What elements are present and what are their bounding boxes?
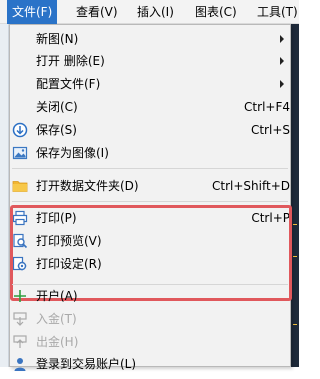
deposit-icon [12,311,28,327]
menu-item-open-delete[interactable]: 打开 删除(E) [10,50,290,72]
menu-item-new-chart[interactable]: 新图(N) [10,28,290,50]
submenu-arrow-icon [280,80,284,88]
menu-item-label: 打印(P) [36,211,77,225]
chart-line [293,224,297,225]
menu-item-label: 新图(N) [36,32,79,46]
menu-item-label: 开户(A) [36,289,78,303]
print-preview-icon [12,233,28,249]
background-chart-strip [291,24,299,367]
folder-icon [12,178,28,194]
menu-item-withdraw: 出金(H) [10,331,290,353]
chart-line [293,324,297,325]
menu-item-label: 打开 删除(E) [36,54,105,68]
menu-item-label: 入金(T) [36,312,77,326]
submenu-arrow-icon [280,57,284,65]
menu-file[interactable]: 文件(F) [7,0,58,24]
menu-item-profiles[interactable]: 配置文件(F) [10,73,290,95]
submenu-arrow-icon [280,35,284,43]
menu-item-label: 出金(H) [36,335,79,349]
menu-item-label: 打印预览(V) [36,234,102,248]
print-setup-icon [12,256,28,272]
menu-item-deposit: 入金(T) [10,308,290,330]
menu-separator [12,168,288,169]
menu-item-print[interactable]: 打印(P) Ctrl+P [10,207,290,229]
withdraw-icon [12,334,28,350]
user-icon [12,356,28,372]
file-menu-dropdown: 新图(N) 打开 删除(E) 配置文件(F) 关闭(C) Ctrl+F4 保存(… [9,24,292,371]
shortcut-label: Ctrl+S [250,123,290,137]
menu-item-login-trade-account[interactable]: 登录到交易账户(L) [10,353,290,375]
menu-item-label: 登录到交易账户(L) [36,357,137,371]
shortcut-label: Ctrl+Shift+D [212,179,290,193]
menu-item-label: 打开数据文件夹(D) [36,179,139,193]
menu-item-label: 关闭(C) [36,100,78,114]
menu-item-label: 保存为图像(I) [36,146,109,160]
menu-item-save-as-image[interactable]: 保存为图像(I) [10,142,290,164]
printer-icon [12,210,28,226]
chart-line [293,256,297,257]
shortcut-label: Ctrl+P [251,211,290,225]
menu-tools[interactable]: 工具(T) [257,0,298,24]
menu-item-print-setup[interactable]: 打印设定(R) [10,253,290,275]
menu-item-open-account[interactable]: 开户(A) [10,285,290,307]
plus-icon [12,288,28,304]
menu-item-open-data-folder[interactable]: 打开数据文件夹(D) Ctrl+Shift+D [10,175,290,197]
menu-separator [12,201,288,202]
menu-charts[interactable]: 图表(C) [195,0,237,24]
menu-bar: 文件(F) 查看(V) 插入(I) 图表(C) 工具(T) [0,0,299,24]
menu-view[interactable]: 查看(V) [76,0,118,24]
menu-item-label: 打印设定(R) [36,257,102,271]
menu-item-print-preview[interactable]: 打印预览(V) [10,230,290,252]
save-icon [12,122,28,138]
shortcut-label: Ctrl+F4 [244,100,290,114]
image-icon [12,145,28,161]
menu-insert[interactable]: 插入(I) [137,0,174,24]
menu-item-label: 配置文件(F) [36,77,101,91]
menu-item-save[interactable]: 保存(S) Ctrl+S [10,119,290,141]
menu-item-close[interactable]: 关闭(C) Ctrl+F4 [10,96,290,118]
menu-item-label: 保存(S) [36,123,77,137]
background-toolbar-strip [0,24,9,367]
